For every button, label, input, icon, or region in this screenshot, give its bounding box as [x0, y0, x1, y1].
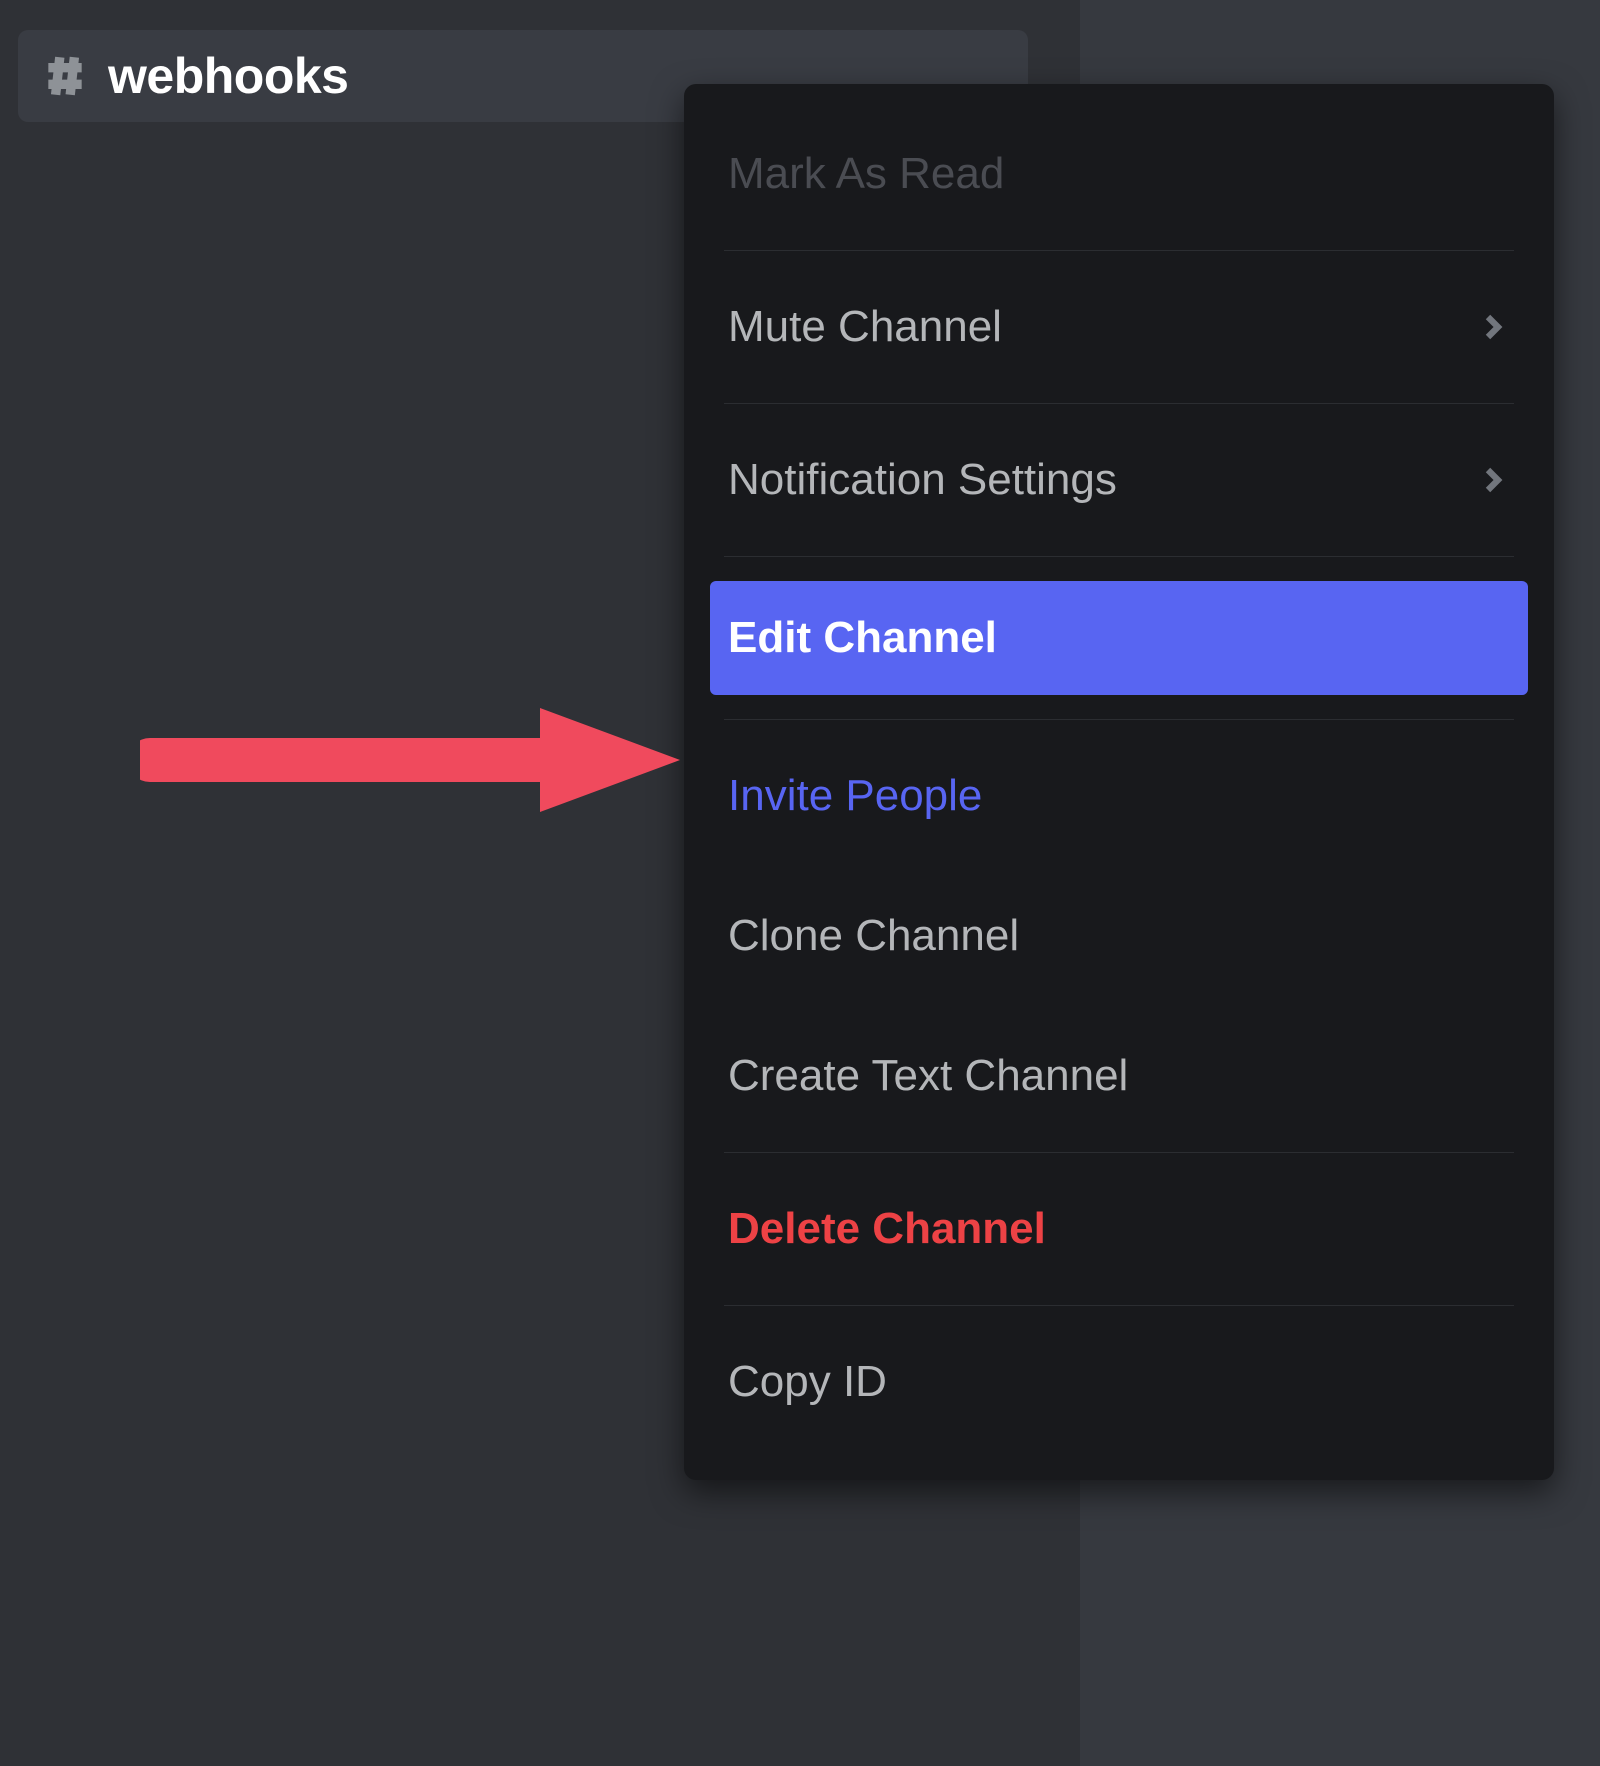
menu-item-mute-channel[interactable]: Mute Channel: [684, 257, 1554, 397]
menu-item-label: Edit Channel: [728, 613, 997, 663]
chevron-right-icon: [1478, 312, 1508, 342]
menu-item-notification-settings[interactable]: Notification Settings: [684, 410, 1554, 550]
menu-item-mark-as-read: Mark As Read: [684, 104, 1554, 244]
menu-item-label: Notification Settings: [728, 455, 1117, 505]
menu-item-label: Invite People: [728, 771, 982, 821]
menu-item-label: Mute Channel: [728, 302, 1002, 352]
menu-separator: [724, 403, 1514, 404]
menu-item-label: Create Text Channel: [728, 1051, 1128, 1101]
menu-separator: [724, 1305, 1514, 1306]
menu-item-copy-id[interactable]: Copy ID: [684, 1312, 1554, 1452]
menu-item-clone-channel[interactable]: Clone Channel: [684, 866, 1554, 1006]
chevron-right-icon: [1478, 465, 1508, 495]
menu-item-label: Clone Channel: [728, 911, 1019, 961]
menu-item-create-text-channel[interactable]: Create Text Channel: [684, 1006, 1554, 1146]
menu-item-invite-people[interactable]: Invite People: [684, 726, 1554, 866]
menu-separator: [724, 556, 1514, 557]
hash-icon: [40, 51, 90, 101]
menu-separator: [724, 250, 1514, 251]
channel-context-menu: Mark As Read Mute Channel Notification S…: [684, 84, 1554, 1480]
menu-separator: [724, 719, 1514, 720]
menu-separator: [724, 1152, 1514, 1153]
menu-item-label: Mark As Read: [728, 149, 1004, 199]
channel-name: webhooks: [108, 47, 348, 105]
menu-item-label: Copy ID: [728, 1357, 887, 1407]
menu-item-delete-channel[interactable]: Delete Channel: [684, 1159, 1554, 1299]
menu-item-label: Delete Channel: [728, 1204, 1046, 1254]
menu-item-edit-channel[interactable]: Edit Channel: [710, 581, 1528, 695]
